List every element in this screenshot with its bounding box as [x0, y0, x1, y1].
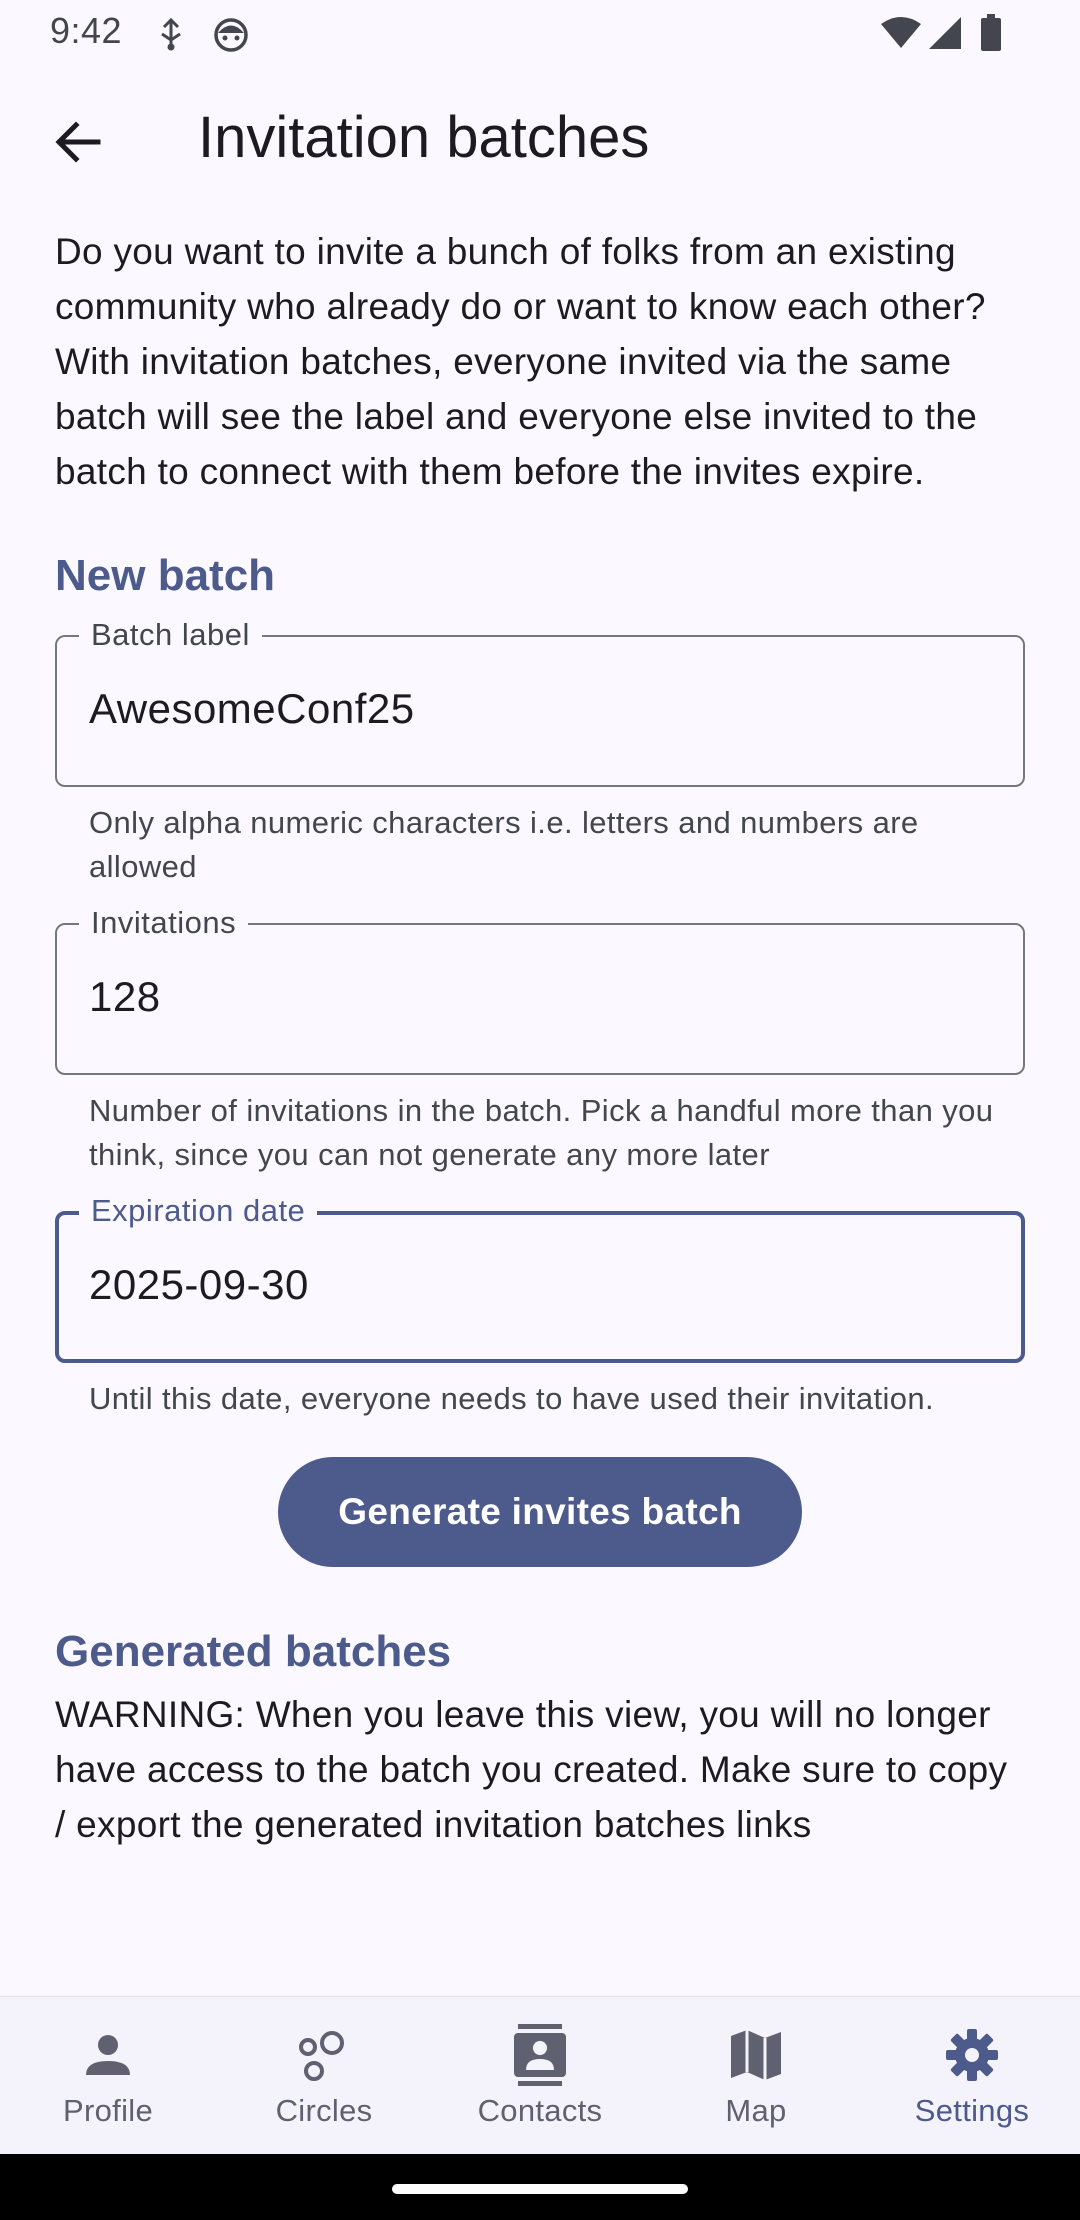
signal-icon: [928, 16, 962, 55]
nav-label-settings: Settings: [914, 2093, 1030, 2128]
battery-icon: [980, 14, 1002, 57]
expiration-date-field[interactable]: Expiration date: [55, 1193, 1025, 1363]
gear-icon: [940, 2023, 1004, 2087]
circles-icon: [292, 2023, 356, 2087]
invitations-field-label: Invitations: [79, 905, 249, 941]
nav-item-profile[interactable]: Profile: [0, 1997, 216, 2155]
new-batch-title: New batch: [55, 551, 276, 600]
arrow-back-icon: [54, 118, 102, 171]
home-gesture-handle[interactable]: [392, 2184, 688, 2194]
expiration-date-input[interactable]: [89, 1261, 989, 1309]
person-icon: [76, 2023, 140, 2087]
invitations-field[interactable]: Invitations: [55, 905, 1025, 1075]
nav-item-circles[interactable]: Circles: [216, 1997, 432, 2155]
batch-label-field[interactable]: Batch label: [55, 617, 1025, 787]
status-time: 9:42: [50, 10, 123, 51]
nav-item-settings[interactable]: Settings: [864, 1997, 1080, 2155]
wifi-icon: [880, 16, 922, 55]
nav-label-circles: Circles: [275, 2093, 373, 2128]
expiration-date-field-label: Expiration date: [79, 1193, 318, 1229]
batch-label-field-label: Batch label: [79, 617, 262, 653]
batch-label-helper: Only alpha numeric characters i.e. lette…: [89, 805, 919, 884]
intro-paragraph-1: Do you want to invite a bunch of folks f…: [55, 231, 986, 327]
gesture-navigation-bar: [0, 2154, 1080, 2220]
screen: 9:42 Invitation batches Do you want to i…: [0, 0, 1080, 2220]
generated-batches-warning: WARNING: When you leave this view, you w…: [55, 1694, 1008, 1845]
nav-label-contacts: Contacts: [477, 2093, 603, 2128]
status-bar: 9:42: [0, 0, 1080, 66]
android-icon: [212, 16, 250, 57]
main-content[interactable]: Do you want to invite a bunch of folks f…: [55, 216, 1025, 1996]
nav-label-map: Map: [725, 2093, 787, 2128]
nav-label-profile: Profile: [63, 2093, 153, 2128]
expiration-date-helper: Until this date, everyone needs to have …: [89, 1381, 935, 1416]
bottom-navigation: Profile Circles Contacts Map Settings: [0, 1996, 1080, 2155]
generated-batches-title: Generated batches: [55, 1627, 452, 1676]
intro-paragraph-2: With invitation batches, everyone invite…: [55, 341, 978, 492]
page-title: Invitation batches: [198, 105, 650, 170]
map-icon: [724, 2023, 788, 2087]
usb-debug-icon: [156, 17, 186, 57]
intro-text: Do you want to invite a bunch of folks f…: [55, 216, 1025, 499]
nav-item-map[interactable]: Map: [648, 1997, 864, 2155]
app-bar: Invitation batches: [0, 66, 1080, 216]
invitations-input[interactable]: [89, 973, 989, 1021]
invitations-helper: Number of invitations in the batch. Pick…: [89, 1093, 994, 1172]
generate-invites-batch-button[interactable]: Generate invites batch: [278, 1457, 802, 1567]
nav-item-contacts[interactable]: Contacts: [432, 1997, 648, 2155]
batch-label-input[interactable]: [89, 685, 989, 733]
contacts-icon: [508, 2023, 572, 2087]
back-button[interactable]: [36, 102, 120, 186]
